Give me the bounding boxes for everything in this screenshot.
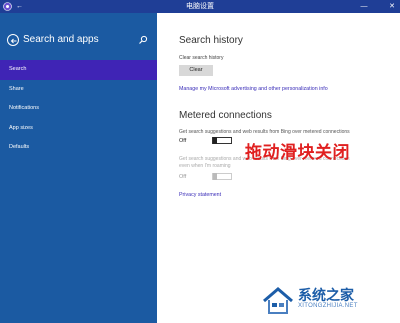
- back-arrow-icon[interactable]: [7, 34, 19, 46]
- roaming-setting-description-2: even when I'm roaming: [179, 163, 231, 169]
- toggle-thumb[interactable]: [213, 137, 217, 144]
- toggle-thumb[interactable]: [213, 173, 217, 180]
- minimize-button[interactable]: —: [357, 0, 371, 13]
- watermark-name: 系统之家: [298, 287, 354, 303]
- sidebar-item-app-sizes[interactable]: App sizes: [0, 119, 157, 139]
- main-content: Search history Clear search history Clea…: [157, 13, 400, 323]
- sidebar-item-share[interactable]: Share: [0, 80, 157, 100]
- metered-setting-state: Off: [179, 138, 187, 144]
- watermark: 系统之家 XITONGZHIJIA.NET: [262, 283, 400, 319]
- house-logo-icon: [263, 287, 293, 314]
- roaming-setting-state: Off: [179, 174, 187, 180]
- roaming-toggle[interactable]: [212, 173, 232, 180]
- instruction-annotation: 拖动滑块关闭: [245, 143, 350, 162]
- metered-toggle[interactable]: [212, 137, 232, 144]
- clear-history-label: Clear search history: [179, 55, 224, 61]
- advertising-link[interactable]: Manage my Microsoft advertising and othe…: [179, 86, 328, 92]
- metered-setting-description: Get search suggestions and web results f…: [179, 129, 350, 135]
- metered-connections-heading: Metered connections: [179, 110, 272, 121]
- sidebar: Search and apps Search Share Notificatio…: [0, 13, 157, 323]
- search-history-heading: Search history: [179, 35, 243, 46]
- title-bar: ← 电脑设置 — ✕: [0, 0, 400, 13]
- sidebar-item-search[interactable]: Search: [0, 60, 157, 80]
- watermark-url: XITONGZHIJIA.NET: [298, 303, 358, 309]
- window-title: 电脑设置: [186, 3, 214, 10]
- privacy-statement-link[interactable]: Privacy statement: [179, 192, 221, 198]
- sidebar-header: Search and apps: [7, 33, 152, 49]
- clear-button[interactable]: Clear: [179, 65, 213, 76]
- sidebar-title: Search and apps: [23, 34, 99, 45]
- sidebar-item-notifications[interactable]: Notifications: [0, 99, 157, 119]
- search-icon[interactable]: [138, 35, 148, 45]
- sidebar-item-defaults[interactable]: Defaults: [0, 138, 157, 158]
- close-button[interactable]: ✕: [385, 0, 399, 13]
- sidebar-nav: Search Share Notifications App sizes Def…: [0, 60, 157, 158]
